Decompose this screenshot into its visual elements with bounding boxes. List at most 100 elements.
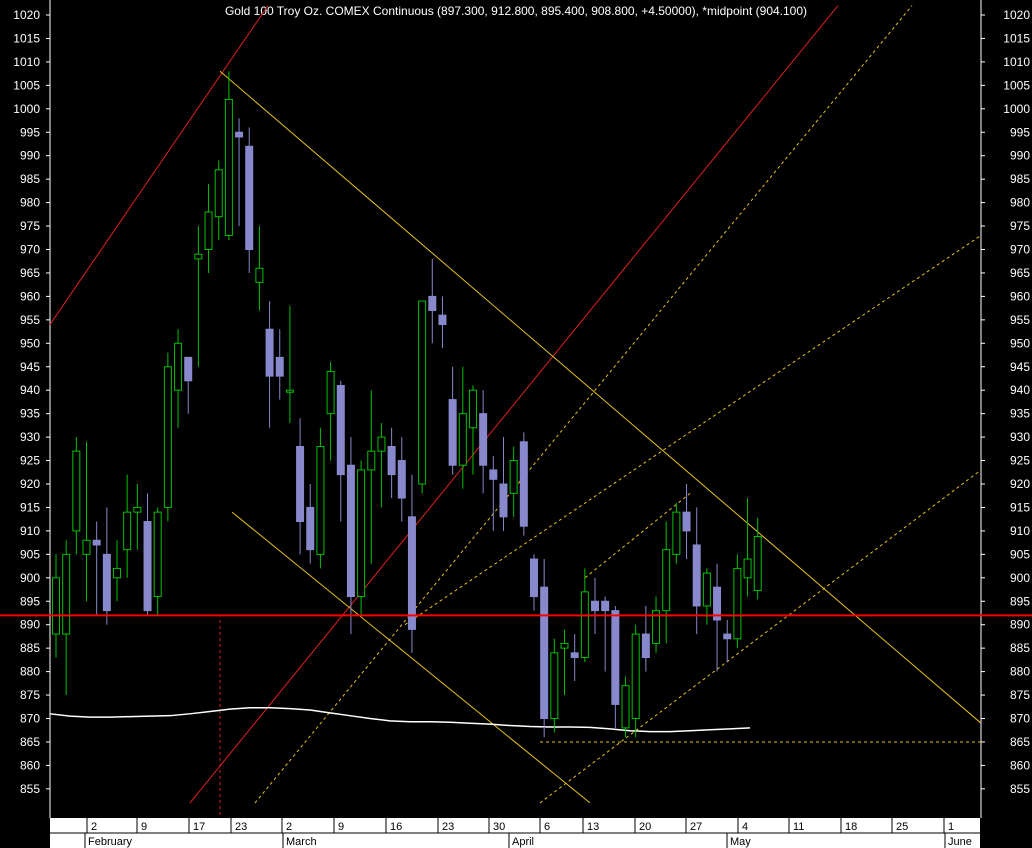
y-tick-label: 935 — [20, 407, 40, 421]
candle-body — [580, 591, 589, 659]
candle-body — [560, 642, 569, 649]
candle-body — [509, 460, 518, 494]
y-tick-label: 980 — [1010, 196, 1030, 210]
candle-body — [692, 544, 701, 607]
y-tick-label: 975 — [20, 219, 40, 233]
y-tick-label: 950 — [20, 336, 40, 350]
y-tick-label: 970 — [1010, 243, 1030, 257]
date-tick-label: 2 — [286, 821, 292, 833]
candle-body — [611, 610, 620, 705]
candle-body — [123, 511, 132, 551]
y-tick-label: 1005 — [1003, 78, 1030, 92]
y-tick-label: 995 — [1010, 125, 1030, 139]
candle-body — [377, 436, 386, 452]
candle-body — [275, 356, 284, 377]
candle-body — [92, 539, 101, 546]
candle-body — [82, 539, 91, 555]
y-tick-label: 860 — [20, 758, 40, 772]
y-tick-label: 985 — [1010, 172, 1030, 186]
candle-body — [184, 356, 193, 382]
candle-body — [631, 633, 640, 720]
candle-body — [682, 511, 691, 532]
candle-body — [326, 370, 335, 415]
y-tick-label: 930 — [1010, 430, 1030, 444]
candle — [519, 432, 528, 536]
candle-body — [418, 300, 427, 485]
candle-body — [306, 506, 315, 551]
candle-body — [743, 558, 752, 579]
candle-body — [601, 600, 610, 612]
date-tick-label: 30 — [493, 821, 505, 833]
candle-body — [102, 553, 111, 612]
y-tick-label: 970 — [20, 243, 40, 257]
y-tick-label: 880 — [20, 665, 40, 679]
candle-body — [407, 516, 416, 630]
candle-body — [357, 469, 366, 598]
y-tick-label: 935 — [1010, 407, 1030, 421]
y-tick-label: 870 — [1010, 712, 1030, 726]
chart-background — [0, 0, 1032, 848]
y-tick-label: 890 — [20, 618, 40, 632]
chart-title: Gold 100 Troy Oz. COMEX Continuous (897.… — [225, 4, 807, 18]
candle-body — [285, 389, 294, 393]
date-tick-label: 4 — [742, 821, 748, 833]
candle-body — [438, 314, 447, 326]
date-tick-label: 17 — [193, 821, 205, 833]
y-tick-label: 885 — [1010, 641, 1030, 655]
candle-body — [143, 521, 152, 612]
y-tick-label: 855 — [1010, 782, 1030, 796]
y-tick-label: 975 — [1010, 219, 1030, 233]
date-axis: 2 9 17 23 2 9 16 23 30 6 13 20 27 4 11 18 25 1February Mar… — [50, 818, 980, 848]
candle — [357, 460, 366, 616]
candle-body — [163, 366, 172, 508]
y-tick-label: 1000 — [13, 102, 40, 116]
candle-body — [346, 464, 355, 598]
candle — [550, 638, 559, 733]
candle-body — [316, 445, 325, 555]
candle-body — [550, 652, 559, 720]
y-tick-label: 1020 — [13, 8, 40, 22]
month-label: February — [88, 836, 133, 848]
candle-body — [224, 98, 233, 236]
date-tick-label: 2 — [91, 821, 97, 833]
y-tick-label: 915 — [1010, 500, 1030, 514]
candle-body — [529, 558, 538, 598]
date-tick-label: 6 — [544, 821, 550, 833]
candle-body — [113, 567, 122, 579]
y-tick-label: 865 — [1010, 735, 1030, 749]
y-tick-label: 900 — [20, 571, 40, 585]
y-tick-label: 905 — [20, 547, 40, 561]
y-tick-label: 980 — [20, 196, 40, 210]
date-tick-label: 1 — [948, 821, 954, 833]
candle-body — [448, 399, 457, 466]
candle-body — [194, 253, 203, 260]
y-tick-label: 990 — [20, 149, 40, 163]
candle-body — [733, 567, 742, 640]
candle — [163, 352, 172, 522]
y-tick-label: 945 — [20, 360, 40, 374]
y-tick-label: 995 — [20, 125, 40, 139]
candle-body — [245, 145, 254, 251]
candle-body — [641, 633, 650, 659]
candle — [418, 300, 427, 494]
gold-candlestick-chart: Gold 100 Troy Oz. COMEX Continuous (897.… — [0, 0, 1032, 848]
y-tick-label: 920 — [20, 477, 40, 491]
candle-body — [174, 342, 183, 391]
y-tick-label: 940 — [20, 383, 40, 397]
y-tick-label: 880 — [1010, 665, 1030, 679]
candle — [733, 554, 742, 649]
y-tick-label: 965 — [1010, 266, 1030, 280]
candle-body — [591, 600, 600, 612]
y-tick-label: 865 — [20, 735, 40, 749]
y-tick-label: 925 — [20, 454, 40, 468]
y-tick-label: 915 — [20, 500, 40, 514]
y-tick-label: 1015 — [1003, 31, 1030, 45]
y-tick-label: 960 — [1010, 289, 1030, 303]
y-tick-label: 895 — [20, 594, 40, 608]
date-tick-label: 23 — [442, 821, 454, 833]
y-tick-label: 1000 — [1003, 102, 1030, 116]
candle-body — [468, 389, 477, 429]
date-tick-label: 25 — [896, 821, 908, 833]
candle — [672, 502, 681, 564]
candle-body — [519, 441, 528, 527]
